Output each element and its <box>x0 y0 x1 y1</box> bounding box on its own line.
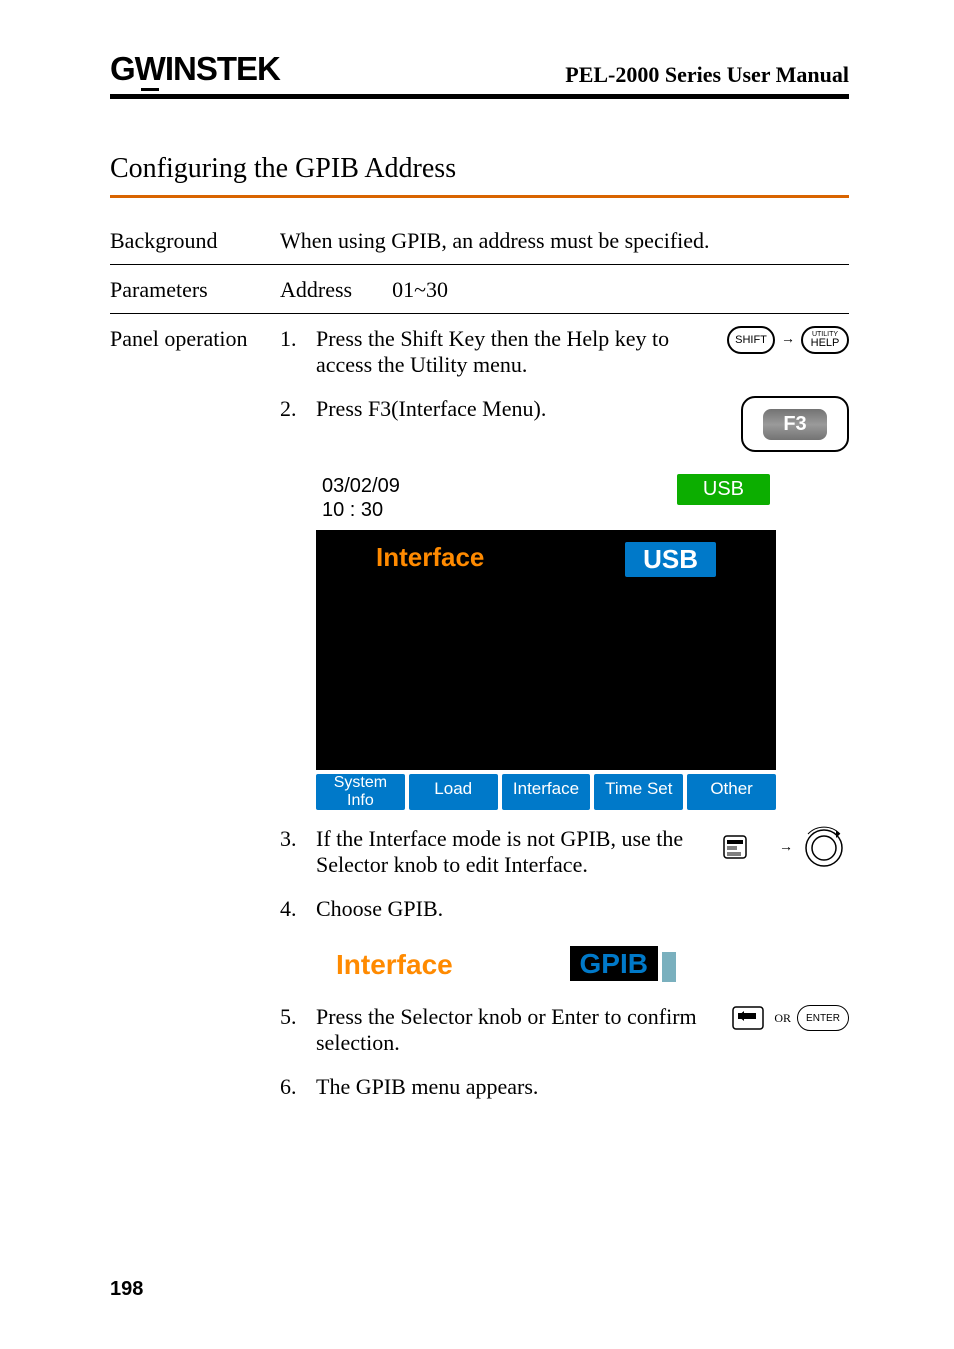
panel-steps: 1. Press the Shift Key then the Help key… <box>280 326 849 1118</box>
device-screen-1: 03/02/09 10 : 30 USB Interface USB Syste… <box>316 470 776 810</box>
step-2: 2. Press F3(Interface Menu). F3 <box>280 396 849 452</box>
enter-key-icon: ENTER <box>797 1005 849 1031</box>
interface-row: Interface USB <box>316 542 776 577</box>
step-5-icons: OR ENTER <box>709 1004 849 1032</box>
f3-label: F3 <box>763 409 826 440</box>
screen-1-softkeys: System Info Load Interface Time Set Othe… <box>316 774 776 810</box>
label-parameters: Parameters <box>110 277 280 303</box>
screen-date: 03/02/09 <box>322 474 400 498</box>
step-4: 4. Choose GPIB. <box>280 896 849 922</box>
brand-g: G <box>110 50 135 87</box>
help-key-icon: UTILITY HELP <box>801 326 849 354</box>
step-4-num: 4. <box>280 896 316 922</box>
row-background: Background When using GPIB, an address m… <box>110 228 849 254</box>
iface-bar-value-gpib: GPIB <box>570 946 658 981</box>
shift-label: SHIFT <box>735 335 767 346</box>
f3-key-icon: F3 <box>741 396 849 452</box>
row-parameters: Parameters Address 01~30 <box>110 277 849 303</box>
iface-bar-value-wrap: GPIB <box>570 948 676 982</box>
brand-logo: GWINSTEK <box>110 50 280 88</box>
step-1-text: Press the Shift Key then the Help key to… <box>316 326 709 378</box>
step-2-num: 2. <box>280 396 316 422</box>
step-6: 6. The GPIB menu appears. <box>280 1074 849 1100</box>
screen-datetime: 03/02/09 10 : 30 <box>322 474 400 522</box>
step-1-num: 1. <box>280 326 316 352</box>
step-3-text: If the Interface mode is not GPIB, use t… <box>316 826 709 878</box>
step-5: 5. Press the Selector knob or Enter to c… <box>280 1004 849 1056</box>
param-name: Address <box>280 277 352 303</box>
page-header: GWINSTEK PEL-2000 Series User Manual <box>110 50 849 88</box>
interface-gpib-bar: Interface GPIB <box>316 940 696 990</box>
row-divider-2 <box>110 313 849 314</box>
screen-time: 10 : 30 <box>322 498 400 522</box>
arrow-icon: → <box>779 840 793 856</box>
softkey-load: Load <box>409 774 498 810</box>
arrow-icon: → <box>781 332 795 348</box>
step-5-num: 5. <box>280 1004 316 1030</box>
label-panel: Panel operation <box>110 326 280 352</box>
softkey-time-set: Time Set <box>594 774 683 810</box>
step-1: 1. Press the Shift Key then the Help key… <box>280 326 849 378</box>
cursor-icon <box>662 952 676 982</box>
label-background: Background <box>110 228 280 254</box>
shift-key-icon: SHIFT <box>727 326 775 354</box>
help-label: HELP <box>811 338 840 349</box>
step-3: 3. If the Interface mode is not GPIB, us… <box>280 826 849 878</box>
selector-knob-icon: → <box>723 826 849 870</box>
text-background: When using GPIB, an address must be spec… <box>280 228 849 254</box>
header-rule <box>110 94 849 99</box>
step-5-text: Press the Selector knob or Enter to conf… <box>316 1004 709 1056</box>
step-2-text: Press F3(Interface Menu). <box>316 396 709 422</box>
doc-name: PEL-2000 Series User Manual <box>565 62 849 88</box>
screen-1-body: Interface USB <box>316 530 776 770</box>
page-number: 198 <box>110 1278 143 1301</box>
param-range: 01~30 <box>392 277 448 303</box>
step-6-text: The GPIB menu appears. <box>316 1074 849 1100</box>
step-3-icons: → <box>709 826 849 870</box>
screen-1-status-bar: 03/02/09 10 : 30 USB <box>316 470 776 526</box>
text-parameters: Address 01~30 <box>280 277 849 303</box>
brand-rest: INSTEK <box>165 50 280 87</box>
softkey-system: System <box>316 774 405 792</box>
step-4-text: Choose GPIB. <box>316 896 849 922</box>
selector-knob-press-icon <box>732 1004 768 1032</box>
or-label: OR <box>774 1011 791 1026</box>
iface-bar-label: Interface <box>336 949 453 981</box>
softkey-interface: Interface <box>502 774 591 810</box>
step-2-icons: F3 <box>709 396 849 452</box>
row-panel-operation: Panel operation 1. Press the Shift Key t… <box>110 326 849 1118</box>
brand-u: W <box>135 50 165 88</box>
section-title: Configuring the GPIB Address <box>110 153 849 185</box>
step-1-icons: SHIFT → UTILITY HELP <box>709 326 849 354</box>
step-6-num: 6. <box>280 1074 316 1100</box>
interface-label: Interface <box>376 542 484 577</box>
row-divider-1 <box>110 264 849 265</box>
interface-value-usb: USB <box>625 542 716 577</box>
softkey-other: Other <box>687 774 776 810</box>
usb-status-badge: USB <box>677 474 770 505</box>
step-3-num: 3. <box>280 826 316 852</box>
section-rule <box>110 195 849 198</box>
softkey-info: Info <box>316 792 405 810</box>
softkey-system-info: System Info <box>316 774 405 810</box>
